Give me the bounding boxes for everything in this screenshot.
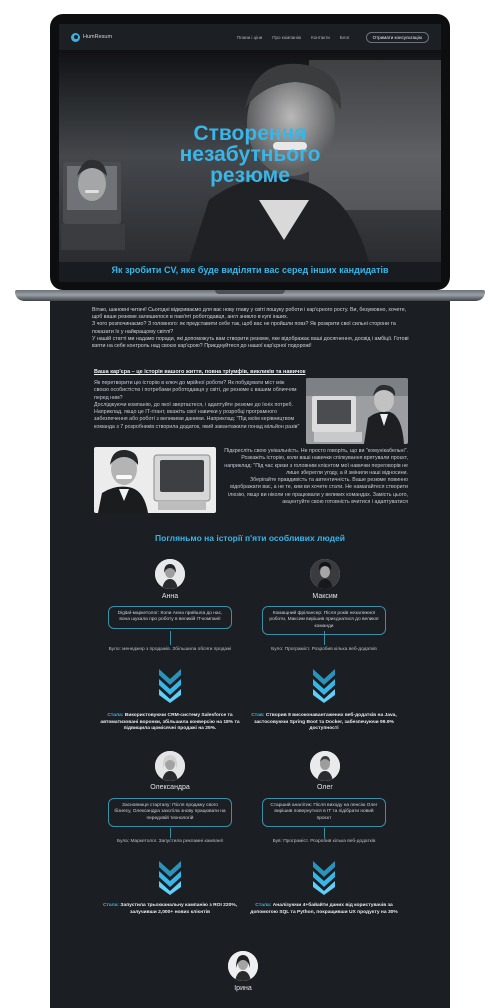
paragraph: Зберігайте правдивість та автентичність.… <box>228 477 408 506</box>
outcome-label: Стала: <box>255 903 272 908</box>
laptop-screen: HumResum Плани і ціни Про компанію Конта… <box>59 24 441 282</box>
site-logo[interactable]: HumResum <box>71 32 113 42</box>
outcome-label: Став: <box>251 713 265 718</box>
smiling-man-retro-computer-photo <box>94 447 216 513</box>
down-chevrons-icon <box>159 669 181 703</box>
intro-paragraph: З чого розпочинаємо? З головного: як пре… <box>92 321 396 335</box>
outcome-text: Став: Створив 8 високонавантажених веб-д… <box>249 713 399 733</box>
down-chevrons-icon <box>159 861 181 895</box>
person-name: Ірина <box>234 985 252 992</box>
outcome-text: Стала: Аналізуючи 4+байайти даних від ко… <box>249 903 399 916</box>
down-chevrons-icon <box>313 669 335 703</box>
outcome-text: Стала: Використовуючи CRM-систему Salesf… <box>95 713 245 733</box>
outcome-label: Стала: <box>107 713 124 718</box>
person-name: Анна <box>161 593 179 600</box>
hero-subtitle-strip: Як зробити CV, яке буде виділяти вас сер… <box>59 262 441 282</box>
nav-link-blog[interactable]: Блог <box>340 35 350 40</box>
article-subheading: Ваша кар'єра – це історія вашого життя, … <box>94 369 306 375</box>
outcome-value: Запустила трьохканальну кампанію з ROI 2… <box>120 903 238 915</box>
nav-link-about[interactable]: Про компанію <box>272 35 301 40</box>
avatar-oleh <box>310 751 340 781</box>
outcome-value: Створив 8 високонавантажених веб-додаткі… <box>254 713 397 732</box>
intro-paragraph: У нашій статті ми надамо поради, які доп… <box>92 335 409 350</box>
section-title: Погляньмо на історії п'яти особливих люд… <box>155 533 345 543</box>
person-name: Олег <box>317 784 333 791</box>
story-bubble: Digital-маркетолог: Коли Анна прийшла до… <box>108 606 232 629</box>
nav-link-contacts[interactable]: Контакти <box>311 35 330 40</box>
before-note: Була: Маркетолог. Запустила рекламні кам… <box>117 839 223 844</box>
laptop-hinge-groove <box>215 290 285 294</box>
connector-line <box>170 828 171 838</box>
connector-line <box>170 631 171 645</box>
paragraph: Як перетворити цю історію в ключ до мрій… <box>94 380 297 401</box>
laptop-camera-notch <box>227 14 273 24</box>
hero-title: Створення незабутнього резюме <box>179 122 321 187</box>
outcome-text: Стала: Запустила трьохканальну кампанію … <box>95 903 245 916</box>
consultation-button[interactable]: Отримати консультацію <box>365 31 429 43</box>
intro-text: Вітаю, шановні читачі! Сьогодні відкрива… <box>92 307 412 350</box>
connector-line <box>324 828 325 838</box>
site-navbar: HumResum Плани і ціни Про компанію Конта… <box>59 24 441 50</box>
paragraph: Досліджуючи компанію, до якої звертаєтес… <box>94 401 300 430</box>
before-note: Було: менеджер з продажів. Збільшила обс… <box>108 647 232 652</box>
paragraph-block-1: Як перетворити цю історію в ключ до мрій… <box>94 380 300 431</box>
avatar-maksym <box>310 559 340 589</box>
avatar-oleksandra <box>155 751 185 781</box>
connector-line <box>324 631 325 645</box>
down-chevrons-icon <box>313 861 335 895</box>
person-name: Максим <box>312 593 338 600</box>
story-bubble: Старший аналітик: Після виходу на пенсію… <box>262 798 386 827</box>
logo-icon <box>71 32 80 42</box>
before-note: Було: Програміст. Розробив кілька веб-до… <box>271 647 377 652</box>
intro-paragraph: Вітаю, шановні читачі! Сьогодні відкрива… <box>92 307 407 321</box>
paragraph: Підкресліть свою унікальність. Не просто… <box>224 448 408 476</box>
paragraph-block-2: Підкресліть свою унікальність. Не просто… <box>222 448 408 506</box>
nav-links: Плани і ціни Про компанію Контакти Блог <box>237 35 350 40</box>
article-page: Вітаю, шановні читачі! Сьогодні відкрива… <box>50 301 450 1008</box>
logo-text: HumResum <box>83 34 113 40</box>
avatar-iryna <box>228 951 258 981</box>
before-note: Був: Програміст. Розробив кілька веб-дод… <box>272 839 376 844</box>
hero-subtitle: Як зробити CV, яке буде виділяти вас сер… <box>111 265 389 275</box>
nav-link-plans[interactable]: Плани і ціни <box>237 35 262 40</box>
hero-banner: Створення незабутнього резюме <box>59 50 441 262</box>
man-with-computer-photo <box>306 378 408 444</box>
person-name: Олександра <box>150 784 190 791</box>
avatar-anna <box>155 559 185 589</box>
outcome-value: Аналізуючи 4+байайти даних від користува… <box>250 903 398 915</box>
outcome-label: Стала: <box>102 903 120 908</box>
story-bubble: Засновниця стартапу: Після продажу свого… <box>108 798 232 827</box>
